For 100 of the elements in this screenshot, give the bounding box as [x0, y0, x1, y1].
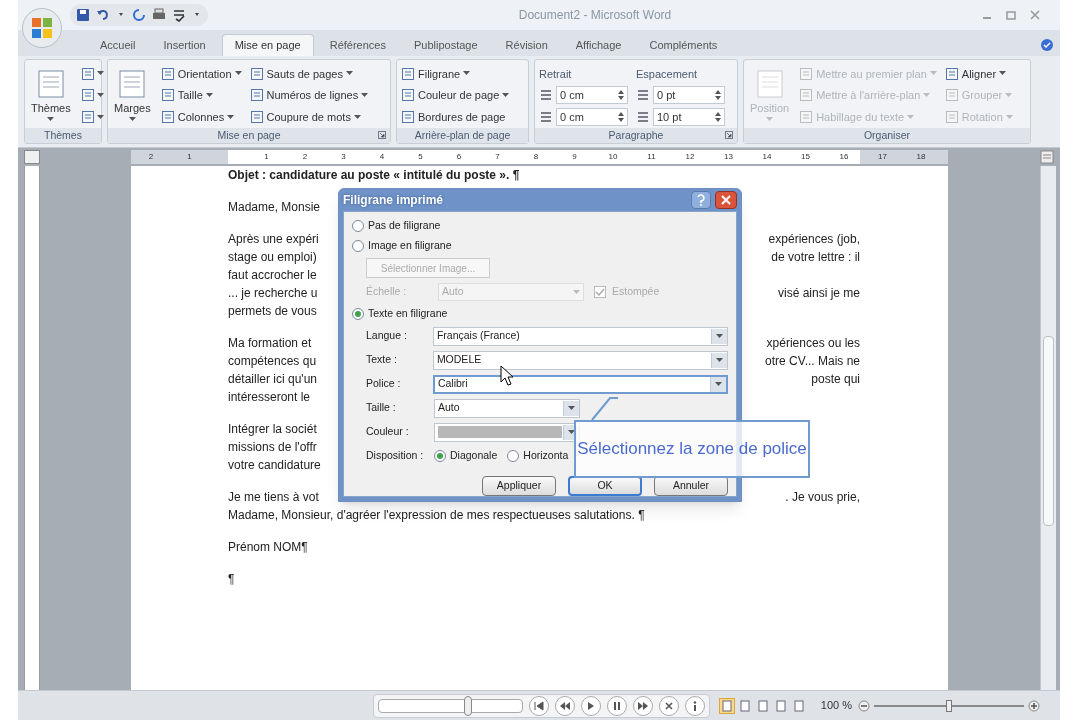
document-text: otre CV... Mais ne [765, 353, 860, 370]
maximize-icon[interactable] [1006, 10, 1016, 20]
radio-button[interactable] [507, 450, 520, 462]
ribbon-tab[interactable]: Révision [493, 34, 560, 56]
ruler-icon[interactable] [1040, 150, 1054, 164]
page-icon [80, 88, 95, 103]
pause-icon [614, 701, 620, 710]
radio-button[interactable] [352, 308, 364, 320]
ribbon-button[interactable]: Bordures de page [401, 108, 510, 126]
vertical-scrollbar[interactable] [1040, 166, 1056, 690]
radio-button[interactable] [352, 220, 364, 232]
slider-thumb[interactable] [946, 699, 952, 712]
help-button[interactable] [691, 191, 711, 209]
check-icon[interactable] [172, 8, 186, 22]
dropdown-field[interactable]: Auto [434, 398, 580, 418]
zoom-in-icon[interactable] [1028, 699, 1040, 712]
printer-icon[interactable] [152, 8, 166, 22]
page-icon [799, 110, 814, 125]
close-button[interactable] [715, 191, 737, 209]
fast-forward-button[interactable] [633, 695, 653, 716]
seek-slider[interactable] [378, 698, 523, 713]
field-label: Taille : [366, 400, 397, 416]
close-icon[interactable] [1030, 10, 1040, 20]
dialog-button[interactable]: Annuler [654, 476, 728, 496]
ruler-number: 10 [608, 151, 618, 163]
ruler-number: 4 [379, 151, 385, 163]
dropdown-field[interactable]: Français (France) [432, 326, 728, 346]
ribbon-button[interactable]: Sauts de pages [249, 65, 369, 83]
page-icon [401, 66, 415, 81]
dropdown-field[interactable]: MODELE [432, 350, 728, 370]
help-icon[interactable] [1040, 38, 1054, 52]
office-button[interactable] [22, 8, 62, 48]
caret-icon [205, 93, 213, 98]
tab-selector-button[interactable] [24, 150, 40, 164]
info-icon [693, 700, 697, 711]
ribbon-button[interactable]: Colonnes [160, 108, 242, 126]
dropdown-field[interactable]: Calibri [432, 374, 728, 394]
play-button[interactable] [581, 695, 601, 716]
page-icon [36, 68, 65, 99]
skip-back-button[interactable] [529, 695, 549, 716]
page-icon [160, 88, 175, 103]
rewind-button[interactable] [555, 695, 575, 716]
spin-arrows-icon[interactable] [618, 112, 624, 123]
ribbon-button[interactable]: Taille [160, 87, 242, 104]
ruler-number: 11 [647, 151, 656, 163]
spin-field[interactable]: 0 pt [653, 86, 725, 105]
ribbon-button[interactable]: Numéros de lignes [249, 87, 369, 104]
spin-arrows-icon[interactable] [715, 90, 721, 101]
ribbon-tab[interactable]: Publipostage [402, 34, 490, 56]
radio-button[interactable] [352, 240, 364, 252]
ribbon-button[interactable]: Thèmes [29, 68, 73, 123]
close-button[interactable] [659, 695, 679, 716]
launcher-icon[interactable] [378, 131, 386, 139]
document-text: ¶ [228, 571, 235, 588]
document-text: Après une expéri [228, 231, 319, 248]
dialog-button[interactable]: OK [568, 476, 642, 496]
ribbon-button[interactable] [80, 110, 104, 125]
redo-icon[interactable] [132, 8, 146, 22]
document-text: votre candidature [228, 457, 321, 474]
save-icon[interactable] [76, 8, 90, 22]
ribbon-tab[interactable]: Compléments [637, 34, 730, 56]
close-icon [665, 701, 673, 710]
document-text: permets de vous [228, 303, 317, 320]
zoom-out-icon[interactable] [858, 699, 870, 712]
undo-icon[interactable] [96, 8, 110, 22]
spin-field[interactable]: 0 cm [556, 86, 628, 105]
dialog-button[interactable]: Appliquer [482, 476, 556, 496]
document-text: Madame, Monsieur, d'agréer l'expression de mes respectueuses salutations. ¶ [228, 507, 645, 524]
caret-icon [47, 117, 55, 123]
ribbon-button[interactable] [80, 88, 104, 103]
spin-field[interactable]: 0 cm [556, 108, 628, 127]
ribbon-button[interactable]: Filigrane [401, 65, 510, 83]
info-button[interactable] [685, 695, 705, 716]
view-button[interactable] [718, 697, 735, 714]
spin-field[interactable]: 10 pt [653, 108, 725, 127]
ribbon-tab[interactable]: Mise en page [221, 34, 314, 56]
ribbon-button[interactable]: Coupure de mots [249, 108, 369, 126]
ruler-number: 5 [418, 151, 423, 163]
spin-arrows-icon[interactable] [715, 112, 721, 123]
tooltip-callout: Sélectionnez la zone de police [574, 420, 810, 478]
radio-button[interactable] [434, 450, 446, 462]
caret-icon [1005, 114, 1013, 120]
ribbon-tab[interactable]: Affichage [563, 34, 634, 56]
slider-thumb[interactable] [463, 695, 472, 716]
pause-button[interactable] [607, 695, 627, 716]
ribbon-tab[interactable]: Accueil [88, 34, 148, 56]
ribbon-button[interactable]: Aligner [944, 65, 1013, 83]
caret-icon [766, 117, 774, 123]
document-text: expériences (job, [768, 231, 860, 248]
ribbon-tab[interactable]: Références [317, 34, 398, 56]
spin-arrows-icon[interactable] [618, 90, 624, 101]
page-icon [944, 88, 959, 103]
ribbon-button[interactable] [80, 66, 104, 81]
option-label: Image en filigrane [368, 238, 452, 254]
ribbon-button[interactable]: Orientation [160, 65, 242, 83]
ribbon-button[interactable]: Couleur de page [401, 87, 510, 104]
launcher-icon[interactable] [725, 131, 733, 139]
checkbox[interactable] [594, 286, 606, 298]
ribbon-button[interactable]: Marges [112, 68, 153, 123]
ribbon-tab[interactable]: Insertion [151, 34, 218, 56]
